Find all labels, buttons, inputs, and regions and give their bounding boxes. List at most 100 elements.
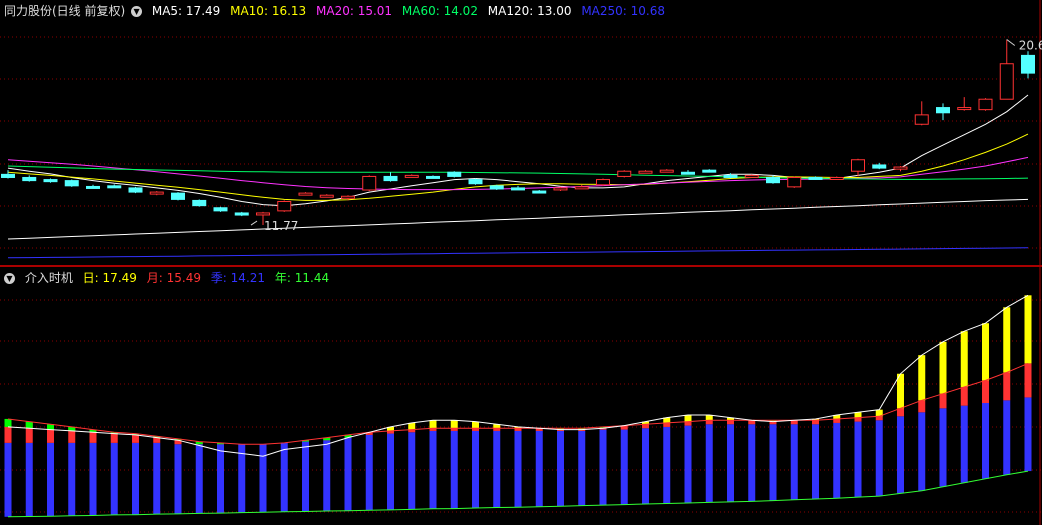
candle-body bbox=[192, 199, 207, 207]
candle-body bbox=[298, 192, 313, 196]
candle-body bbox=[872, 164, 887, 169]
indicator-bar-season bbox=[557, 430, 564, 507]
indicator-bar-day-up bbox=[918, 355, 926, 401]
indicator-bar-season bbox=[217, 444, 224, 514]
candle-body bbox=[999, 63, 1014, 100]
candle-body bbox=[808, 176, 823, 180]
indicator-bar-day-up bbox=[897, 373, 904, 409]
candle-body bbox=[277, 200, 292, 212]
candle-body bbox=[936, 107, 950, 114]
ma-line-ma120 bbox=[7, 198, 1029, 240]
candle-body bbox=[617, 170, 632, 177]
candle-body bbox=[22, 176, 37, 182]
indicator-bar-month bbox=[918, 400, 926, 413]
indicator-bar-month bbox=[1003, 372, 1011, 401]
candle-body bbox=[256, 212, 270, 216]
ma60-readout: MA60: 14.02 bbox=[401, 4, 478, 18]
indicator-bar-season bbox=[812, 424, 819, 499]
ma-line-ma250 bbox=[7, 247, 1029, 259]
candle-body bbox=[1021, 54, 1035, 74]
candle-body bbox=[723, 174, 738, 178]
candle-body bbox=[638, 170, 653, 174]
indicator-bar-season bbox=[195, 444, 203, 514]
candle-body bbox=[404, 174, 419, 178]
ma5-readout: MA5: 17.49 bbox=[151, 4, 221, 18]
indicator-bar-season bbox=[705, 424, 713, 503]
high-price-label: 20.66 bbox=[1019, 39, 1042, 53]
indicator-bar-season bbox=[280, 442, 288, 512]
chevron-down-icon[interactable]: ▼ bbox=[4, 273, 15, 284]
indicator-bar-season bbox=[387, 433, 394, 510]
indicator-bar-season bbox=[620, 429, 628, 505]
candle-body bbox=[447, 171, 462, 177]
candle-body bbox=[511, 187, 525, 191]
low-pointer bbox=[250, 220, 258, 226]
indicator-bar-season bbox=[302, 441, 309, 512]
candle-body bbox=[787, 176, 802, 188]
ma10-readout: MA10: 16.13 bbox=[230, 4, 307, 18]
indicator-bar-season bbox=[535, 430, 543, 507]
indicator-bar-season bbox=[344, 437, 352, 511]
indicator-bar-season bbox=[174, 444, 182, 514]
indicator-bar-season bbox=[875, 420, 883, 497]
indicator-bar-season bbox=[790, 424, 798, 500]
candle-body bbox=[744, 174, 759, 178]
candle-body bbox=[213, 207, 228, 212]
indicator-bar-day-up bbox=[684, 414, 692, 422]
indicator-bar-season bbox=[408, 432, 416, 510]
high-pointer bbox=[1006, 39, 1016, 46]
candle-body bbox=[341, 195, 355, 199]
indicator-bar-month bbox=[1024, 363, 1032, 398]
chevron-down-icon[interactable]: ▼ bbox=[131, 6, 143, 17]
indicator-bar-season bbox=[153, 442, 161, 515]
indicator-bar-season bbox=[833, 422, 841, 499]
ma20-readout: MA20: 15.01 bbox=[316, 4, 393, 18]
indicator-bar-day-up bbox=[939, 341, 947, 394]
indicator-bar-season bbox=[982, 403, 989, 479]
indicator-bar-season bbox=[918, 412, 926, 491]
indicator-bar-season bbox=[939, 408, 947, 487]
candle-body bbox=[681, 171, 695, 175]
indicator-bar-day-up bbox=[450, 420, 458, 429]
indicator-bar-season bbox=[727, 424, 734, 502]
indicator-bar-season bbox=[578, 430, 586, 506]
candle-body bbox=[659, 169, 674, 173]
indicator-bar-season bbox=[684, 425, 692, 503]
indicator-bar-season bbox=[663, 426, 671, 504]
candle-body bbox=[702, 169, 717, 173]
ma250-readout: MA250: 10.68 bbox=[581, 4, 666, 18]
indicator-bar-day-up bbox=[1003, 307, 1011, 373]
candle-body bbox=[149, 191, 164, 195]
year-readout: 年: 11.44 bbox=[274, 271, 330, 285]
candle-body bbox=[914, 114, 929, 125]
candle-body bbox=[957, 107, 972, 111]
candle-body bbox=[553, 187, 568, 191]
indicator-bar-season bbox=[47, 442, 54, 517]
indicator-bar-season bbox=[854, 421, 862, 498]
candle-body bbox=[362, 175, 377, 191]
indicator-bar-month bbox=[982, 380, 989, 403]
month-readout: 月: 15.49 bbox=[146, 271, 201, 285]
candle-body bbox=[43, 179, 58, 183]
candle-body bbox=[766, 176, 780, 184]
indicator-bar-day-up bbox=[429, 420, 437, 429]
indicator-bar-season bbox=[323, 440, 331, 511]
candle-body bbox=[489, 185, 504, 190]
indicator-header: ▼ 介入时机 日: 17.49 月: 15.49 季: 14.21 年: 11.… bbox=[4, 269, 335, 287]
indicator-bar-season bbox=[748, 424, 756, 502]
indicator-bar-season bbox=[1003, 400, 1011, 475]
indicator-bar-season bbox=[1024, 397, 1032, 472]
indicator-bar-day-up bbox=[408, 422, 416, 430]
candle-body bbox=[468, 179, 483, 185]
candle-body bbox=[893, 166, 908, 170]
chart-canvas: 20.66 11.77 bbox=[0, 0, 1042, 525]
indicator-bar-season bbox=[25, 442, 33, 517]
candle-body bbox=[107, 185, 122, 189]
indicator-bar-season bbox=[769, 424, 777, 501]
indicator-bar-season bbox=[897, 416, 904, 494]
stock-title: 同力股份(日线 前复权) bbox=[4, 4, 126, 18]
indicator-bar-season bbox=[450, 430, 458, 509]
candle-body bbox=[532, 190, 547, 194]
indicator-bar-day-up bbox=[472, 421, 479, 429]
indicator-bar-season bbox=[89, 442, 97, 516]
